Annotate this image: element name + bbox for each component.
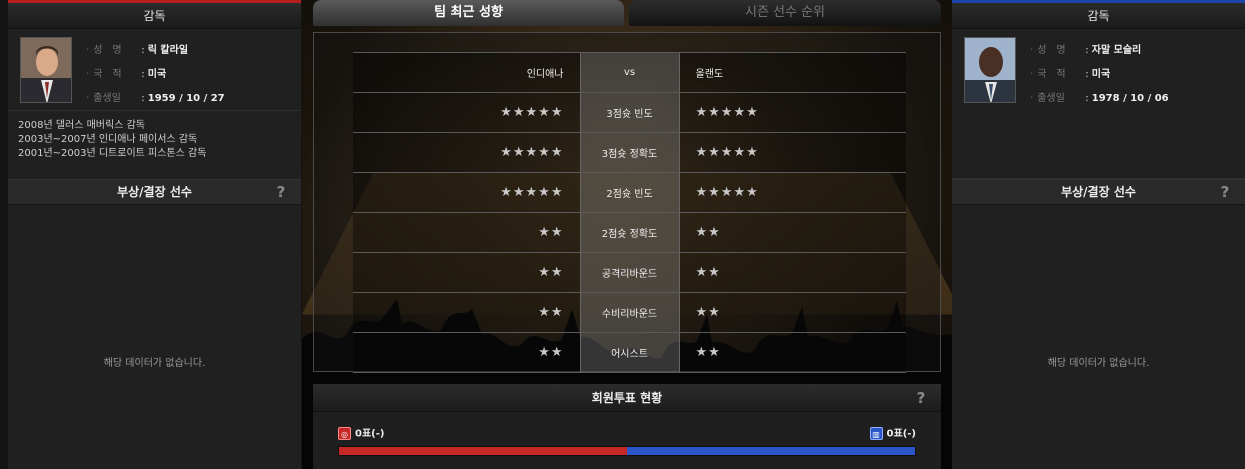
help-icon[interactable]: ? <box>273 183 289 201</box>
home-coach-photo <box>20 37 72 103</box>
away-rating: ★★ <box>679 212 906 253</box>
home-team-logo-icon: ◎ <box>338 427 351 440</box>
nation-label: 국 적 <box>93 69 122 80</box>
stat-label: 수비리바운드 <box>579 292 680 333</box>
career-line: 2001년~2003년 디트로이트 피스톤스 감독 <box>18 148 207 159</box>
help-icon[interactable]: ? <box>913 389 929 407</box>
home-coach-name: 릭 칼라일 <box>147 45 189 56</box>
help-icon[interactable]: ? <box>1217 183 1233 201</box>
birth-label: 출생일 <box>1037 93 1065 104</box>
home-rating: ★★★★★ <box>353 132 580 173</box>
home-team-name: 인디애나 <box>353 52 580 93</box>
away-coach-birth: 1978 / 10 / 06 <box>1091 93 1169 104</box>
vote-title: 회원투표 현황 <box>591 391 663 405</box>
member-vote-panel: 회원투표 현황 ? ◎ 0표(-) ▥ 0표(-) <box>313 384 941 469</box>
stat-label: 2점슛 빈도 <box>579 172 680 213</box>
stat-label: 공격리바운드 <box>579 252 680 293</box>
vs-label: vs <box>579 52 680 93</box>
home-rating: ★★ <box>353 252 580 293</box>
away-injury-nodata: 해당 데이터가 없습니다. <box>1047 358 1150 369</box>
away-coach-nation: 미국 <box>1091 69 1111 80</box>
stat-label: 어시스트 <box>579 332 680 373</box>
away-vote-fill <box>627 447 915 455</box>
home-coach-birth: 1959 / 10 / 27 <box>147 93 225 104</box>
home-rating: ★★ <box>353 292 580 333</box>
home-injury-title: 부상/결장 선수 <box>117 185 192 199</box>
away-injury-header: 부상/결장 선수 ? <box>952 179 1245 205</box>
stat-label: 2점슛 정확도 <box>579 212 680 253</box>
away-rating: ★★★★★ <box>679 92 906 133</box>
home-rating: ★★ <box>353 212 580 253</box>
home-vote-count: 0표(-) <box>355 428 385 440</box>
table-row: ★★ 어시스트 ★★ <box>353 332 906 373</box>
name-label: 성 명 <box>1037 45 1066 56</box>
vote-header: 회원투표 현황 ? <box>313 384 941 412</box>
stat-label: 3점슛 빈도 <box>579 92 680 133</box>
stat-label: 3점슛 정확도 <box>579 132 680 173</box>
career-line: 2008년 댈러스 매버릭스 감독 <box>18 120 145 131</box>
away-rating: ★★★★★ <box>679 132 906 173</box>
away-coach-panel: 감독 · 성 명: 자말 모슬리 · 국 적: 미국 · 출생일: 1978 / 10… <box>952 0 1245 469</box>
home-coach-nation: 미국 <box>147 69 167 80</box>
away-rating: ★★ <box>679 332 906 373</box>
away-rating: ★★ <box>679 292 906 333</box>
away-team-logo-icon: ▥ <box>869 427 883 440</box>
home-rating: ★★ <box>353 332 580 373</box>
home-vote-fill <box>339 447 627 455</box>
home-rating: ★★★★★ <box>353 172 580 213</box>
home-coach-panel: 감독 · 성 명: 릭 칼라일 · 국 적: 미국 · 출생일: 1959 / 10 … <box>8 0 301 469</box>
nation-label: 국 적 <box>1037 69 1066 80</box>
comparison-table: 인디애나 vs 올랜도 ★★★★★ 3점슛 빈도 ★★★★★ ★★★★★ 3점슛… <box>353 52 906 373</box>
away-vote-count: 0표(-) <box>886 428 916 440</box>
home-rating: ★★★★★ <box>353 92 580 133</box>
home-coach-header: 감독 <box>8 3 301 29</box>
table-row: ★★★★★ 3점슛 정확도 ★★★★★ <box>353 132 906 173</box>
away-coach-header: 감독 <box>952 3 1245 29</box>
table-header-row: 인디애나 vs 올랜도 <box>353 52 906 93</box>
away-coach-photo <box>964 37 1016 103</box>
table-row: ★★ 공격리바운드 ★★ <box>353 252 906 293</box>
home-coach-career: 2008년 댈러스 매버릭스 감독 2003년~2007년 인디애나 페이서스 … <box>8 111 301 179</box>
away-rating: ★★ <box>679 252 906 293</box>
name-label: 성 명 <box>93 45 122 56</box>
home-vote[interactable]: ◎ 0표(-) <box>338 427 384 442</box>
career-line: 2003년~2007년 인디애나 페이서스 감독 <box>18 134 198 145</box>
table-row: ★★★★★ 3점슛 빈도 ★★★★★ <box>353 92 906 133</box>
away-rating: ★★★★★ <box>679 172 906 213</box>
table-row: ★★★★★ 2점슛 빈도 ★★★★★ <box>353 172 906 213</box>
away-injury-title: 부상/결장 선수 <box>1061 185 1136 199</box>
home-injury-nodata: 해당 데이터가 없습니다. <box>103 358 206 369</box>
table-row: ★★ 2점슛 정확도 ★★ <box>353 212 906 253</box>
home-coach-info: · 성 명: 릭 칼라일 · 국 적: 미국 · 출생일: 1959 / 10 / 2… <box>8 29 301 111</box>
vote-ratio-bar <box>338 446 916 456</box>
birth-label: 출생일 <box>93 93 121 104</box>
away-vote[interactable]: ▥ 0표(-) <box>869 427 916 442</box>
tab-team-tendency[interactable]: 팀 최근 성향 <box>313 0 624 26</box>
away-coach-info: · 성 명: 자말 모슬리 · 국 적: 미국 · 출생일: 1978 / 10 / … <box>952 29 1245 179</box>
table-row: ★★ 수비리바운드 ★★ <box>353 292 906 333</box>
tab-season-player-ranking[interactable]: 시즌 선수 순위 <box>629 0 941 26</box>
away-coach-name: 자말 모슬리 <box>1091 45 1142 56</box>
tendency-comparison: 인디애나 vs 올랜도 ★★★★★ 3점슛 빈도 ★★★★★ ★★★★★ 3점슛… <box>313 32 941 373</box>
home-injury-header: 부상/결장 선수 ? <box>8 179 301 205</box>
away-team-name: 올랜도 <box>679 52 906 93</box>
